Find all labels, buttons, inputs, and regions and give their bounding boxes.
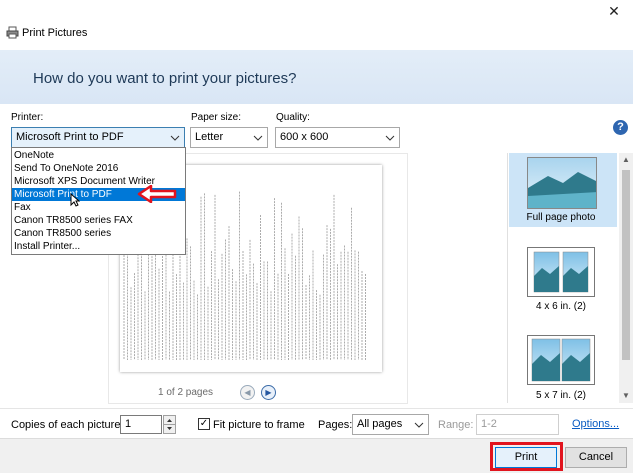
paper-size-select[interactable]: Letter [190,127,268,148]
header-banner: How do you want to print your pictures? [0,50,633,104]
title-bar: Print Pictures [0,0,633,50]
layout-label-5x7: 5 x 7 in. (2) [535,390,587,401]
chevron-down-icon [170,135,180,141]
copies-label: Copies of each picture: [11,419,124,431]
printer-option-install[interactable]: Install Printer... [12,240,185,253]
stepper-arrows-icon [164,419,175,430]
layout-item-5x7[interactable] [527,335,595,385]
copies-input[interactable]: 1 [120,415,162,434]
quality-label: Quality: [276,112,310,123]
printer-select[interactable]: Microsoft Print to PDF [11,127,185,148]
two-photos-icon [531,338,591,382]
options-link[interactable]: Options... [572,418,619,430]
range-label: Range: [438,419,474,431]
printer-option-canon[interactable]: Canon TR8500 series [12,227,185,240]
chevron-down-icon [414,422,424,428]
printer-option-canon-fax[interactable]: Canon TR8500 series FAX [12,214,185,227]
red-arrow-annotation [137,185,177,203]
quality-select[interactable]: 600 x 600 [275,127,400,148]
printer-option-onenote[interactable]: OneNote [12,149,185,162]
layout-item-4x6[interactable] [527,247,595,297]
printer-option-onenote-2016[interactable]: Send To OneNote 2016 [12,162,185,175]
fit-picture-label: Fit picture to frame [213,419,305,431]
previous-page-button[interactable]: ◀ [240,385,255,400]
paper-size-label: Paper size: [191,112,242,123]
scroll-up-icon[interactable]: ▲ [620,154,632,166]
mouse-cursor-icon [70,193,80,207]
chevron-down-icon [253,135,263,141]
chevron-down-icon [385,135,395,141]
printer-label: Printer: [11,112,44,123]
full-page-photo-thumbnail [527,157,597,209]
pages-label: Pages: [318,419,353,431]
printer-select-value: Microsoft Print to PDF [16,131,124,143]
close-button[interactable]: ✕ [604,2,624,20]
help-icon[interactable]: ? [613,120,628,135]
cancel-button[interactable]: Cancel [565,447,627,468]
two-photos-icon [533,251,589,293]
fit-picture-checkbox[interactable]: ✓ [198,418,210,430]
banner-question: How do you want to print your pictures? [33,70,297,87]
paper-size-value: Letter [195,131,224,143]
printer-icon [6,26,19,39]
pages-select[interactable]: All pages [352,414,429,435]
copies-stepper[interactable] [163,415,176,434]
window-title: Print Pictures [22,27,88,39]
page-count: 1 of 2 pages [158,387,214,398]
layout-label-full-page: Full page photo [526,212,596,223]
layout-label-4x6: 4 x 6 in. (2) [535,301,587,312]
quality-value: 600 x 600 [280,131,329,143]
scrollbar-thumb[interactable] [622,170,630,360]
pages-value: All pages [357,418,403,430]
range-input[interactable]: 1-2 [476,414,559,435]
red-highlight-annotation [490,442,563,471]
scroll-down-icon[interactable]: ▼ [620,390,632,402]
landscape-photo-icon [528,158,596,208]
next-page-button[interactable]: ▶ [261,385,276,400]
